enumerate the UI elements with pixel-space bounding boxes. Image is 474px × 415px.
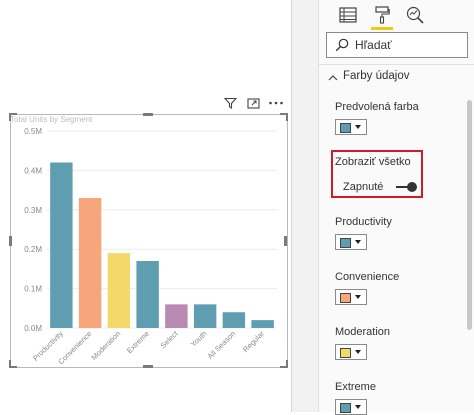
x-tick-label: Extreme bbox=[125, 329, 151, 355]
toggle-state-label: Zapnuté bbox=[343, 181, 384, 193]
color-chip bbox=[340, 238, 351, 248]
bar-moderation bbox=[107, 253, 131, 328]
bar-chart-visual[interactable]: 0.0M 0.1M 0.2M 0.3M 0.4M 0.5M Productivity Conv… bbox=[10, 114, 288, 368]
color-chip bbox=[340, 123, 351, 133]
color-chip bbox=[340, 348, 351, 358]
y-tick-label: 0.1M bbox=[24, 285, 42, 294]
toggle-knob bbox=[407, 182, 417, 192]
resize-handle-top-right[interactable] bbox=[280, 113, 288, 121]
show-all-toggle[interactable] bbox=[396, 181, 418, 193]
y-tick-label: 0.3M bbox=[24, 206, 42, 215]
fields-icon[interactable] bbox=[337, 4, 359, 26]
y-tick-label: 0.2M bbox=[24, 245, 42, 254]
color-picker-productivity[interactable] bbox=[335, 234, 367, 250]
section-header-data-colors[interactable]: Farby údajov bbox=[327, 70, 467, 86]
color-chip bbox=[340, 293, 351, 303]
default-color-picker[interactable] bbox=[335, 119, 367, 135]
bar-select bbox=[165, 304, 188, 328]
format-pane: Hľadať Farby údajov Predvolená farba Zob… bbox=[318, 0, 474, 415]
resize-handle-bottom-right[interactable] bbox=[280, 360, 288, 368]
resize-handle-bottom[interactable] bbox=[143, 365, 153, 368]
active-tab-indicator bbox=[371, 27, 393, 30]
y-tick-label: 0.4M bbox=[24, 166, 42, 175]
color-picker-convenience[interactable] bbox=[335, 289, 367, 305]
focus-mode-icon[interactable] bbox=[245, 95, 261, 111]
visual-header bbox=[222, 95, 290, 111]
filter-icon[interactable] bbox=[222, 95, 238, 111]
color-picker-moderation[interactable] bbox=[335, 344, 367, 360]
resize-handle-top[interactable] bbox=[143, 113, 153, 116]
y-tick-label: 0.5M bbox=[24, 127, 42, 136]
search-icon bbox=[335, 38, 349, 52]
x-tick-label: Moderation bbox=[89, 329, 122, 362]
bar-convenience bbox=[78, 197, 102, 328]
series-label-productivity: Productivity bbox=[335, 216, 392, 228]
x-tick-label: Select bbox=[159, 328, 181, 350]
pane-tabs bbox=[319, 0, 474, 32]
pane-gutter bbox=[292, 0, 318, 412]
default-color-label: Predvolená farba bbox=[335, 101, 419, 113]
pane-scrollbar[interactable] bbox=[467, 100, 472, 412]
show-all-label: Zobraziť všetko bbox=[335, 156, 411, 168]
resize-handle-top-left[interactable] bbox=[9, 113, 17, 121]
y-tick-label: 0.0M bbox=[24, 324, 42, 333]
bar-extreme bbox=[136, 261, 159, 328]
resize-handle-left[interactable] bbox=[9, 236, 12, 246]
scrollbar-thumb[interactable] bbox=[467, 100, 472, 330]
series-label-extreme: Extreme bbox=[335, 381, 376, 393]
x-tick-label: Youth bbox=[189, 329, 209, 349]
dropdown-arrow-icon bbox=[355, 405, 361, 409]
x-tick-label: All Season bbox=[206, 329, 238, 361]
analytics-magnifier-icon[interactable] bbox=[404, 4, 426, 26]
report-canvas: 0.0M 0.1M 0.2M 0.3M 0.4M 0.5M Productivity Conv… bbox=[0, 0, 291, 412]
dropdown-arrow-icon bbox=[355, 240, 361, 244]
section-title: Farby údajov bbox=[343, 70, 410, 82]
search-placeholder: Hľadať bbox=[355, 38, 392, 52]
chart-title: Total Units by Segment bbox=[10, 115, 93, 124]
dropdown-arrow-icon bbox=[355, 295, 361, 299]
bar-regular bbox=[251, 320, 274, 328]
search-input[interactable]: Hľadať bbox=[326, 32, 468, 58]
x-tick-label: Regular bbox=[241, 329, 266, 354]
bar-all-season bbox=[222, 312, 246, 328]
more-options-icon[interactable] bbox=[268, 95, 284, 111]
bar-productivity bbox=[50, 162, 73, 328]
series-label-moderation: Moderation bbox=[335, 326, 391, 338]
resize-handle-right[interactable] bbox=[284, 236, 287, 246]
chevron-up-icon bbox=[328, 75, 338, 81]
color-picker-extreme[interactable] bbox=[335, 399, 367, 415]
section-divider bbox=[319, 64, 474, 65]
format-paint-roller-icon[interactable] bbox=[371, 4, 393, 26]
resize-handle-bottom-left[interactable] bbox=[9, 360, 17, 368]
dropdown-arrow-icon bbox=[355, 350, 361, 354]
chart-plot: 0.0M0.1M0.2M0.3M0.4M0.5MProductivityConv… bbox=[24, 127, 277, 366]
dropdown-arrow-icon bbox=[355, 125, 361, 129]
bar-youth bbox=[193, 304, 217, 328]
series-label-convenience: Convenience bbox=[335, 271, 400, 283]
